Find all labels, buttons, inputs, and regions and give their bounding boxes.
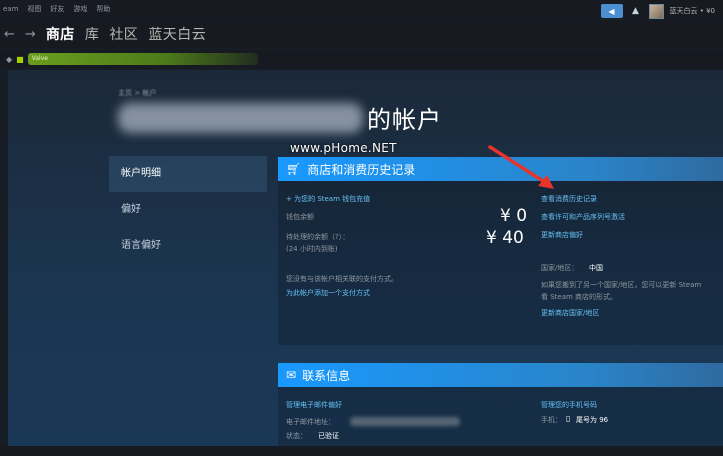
menu-item-games[interactable]: 游戏 [73,4,87,14]
redacted-account-name [118,102,363,133]
pending-amount: ¥ 40 [486,228,524,248]
breadcrumb[interactable]: 主页 > 帐户 [118,88,156,98]
sidebar-item-account-details[interactable]: 帐户明细 [109,156,267,192]
pending-label: 待处理的余额（?）： [286,233,350,241]
sidebar-item-language[interactable]: 语言偏好 [109,228,267,264]
avatar[interactable] [648,3,664,19]
sidebar-item-preferences[interactable]: 偏好 [109,192,267,228]
notification-icon[interactable]: ▲ [629,4,643,18]
top-right-controls: ◀ ▲ 蓝天白云 • ¥0 [600,2,716,20]
email-label: 电子邮件地址： [286,418,335,426]
watermark: www.pHome.NET [290,141,397,155]
tab-community[interactable]: 社区 [109,24,138,44]
account-page: 主页 > 帐户 的帐户 帐户明细 偏好 语言偏好 🛒︎ 商店和消费历史记录 + … [8,70,723,456]
update-country-link[interactable]: 更新商店国家/地区 [541,308,599,318]
phone-label: 手机： [541,416,562,424]
country-value: 中国 [589,264,603,272]
tab-library[interactable]: 库 [85,24,100,44]
cart-icon: 🛒︎ [286,162,302,176]
store-history-title: 商店和消费历史记录 [307,162,416,177]
contact-info-title: 联系信息 [302,368,351,383]
country-note-line-1: 如果您搬到了另一个国家/地区，您可以更新 Steam [541,281,702,289]
view-purchase-history-link[interactable]: 查看消费历史记录 [541,194,597,204]
email-status-value: 已验证 [318,432,339,440]
phone-value: 尾号为 96 [576,416,609,424]
envelope-icon: ✉ [286,368,297,382]
menu-item-help[interactable]: 帮助 [96,4,110,14]
back-arrow-icon[interactable]: ← [4,27,15,42]
menu-item-steam[interactable]: eam [3,5,18,13]
country-note-line-2: 看 Steam 商店的形式。 [541,293,618,301]
manage-phone-link[interactable]: 管理您的手机号码 [541,400,597,410]
lock-icon: ■ [16,54,24,64]
announcements-button[interactable]: ◀ [600,4,623,18]
pending-note: (24 小时内到账) [286,245,338,253]
bottom-bar [0,446,723,456]
no-payment-text: 您没有与该帐户相关联的支付方式。 [286,275,398,283]
view-licenses-link[interactable]: 查看许可和产品序列号激活 [541,212,625,222]
red-arrow-annotation [488,145,554,189]
country-label: 国家/地区： [541,264,579,272]
url-field[interactable]: Valve [27,53,258,65]
url-bar: ◆ ■ Valve [0,50,723,68]
contact-info-header: ✉ 联系信息 [278,363,723,387]
wallet-amount: ¥ 0 [500,206,528,226]
menu-item-view[interactable]: 视图 [27,4,41,14]
menu-item-friends[interactable]: 好友 [50,4,64,14]
account-name[interactable]: 蓝天白云 • ¥0 [670,6,716,16]
add-funds-link[interactable]: + 为您的 Steam 钱包充值 [286,194,370,204]
store-preferences-link[interactable]: 更新商店偏好 [541,230,583,240]
wallet-label: 钱包余额 [286,213,314,221]
redacted-email [350,417,460,426]
phone-icon: ▯ [566,414,571,423]
forward-arrow-icon[interactable]: → [25,27,36,42]
megaphone-icon: ◀ [608,6,615,16]
add-payment-link[interactable]: 为此帐户添加一个支付方式 [286,288,370,298]
contact-info-panel: ✉ 联系信息 管理电子邮件偏好 电子邮件地址： 状态： 已验证 管理您的手机号码… [278,363,723,456]
nav-bar: ← → 商店 库 社区 蓝天白云 [0,20,723,48]
tab-store[interactable]: 商店 [46,24,75,44]
page-title-suffix: 的帐户 [367,106,442,134]
email-status-label: 状态： [286,432,307,440]
page-title: 的帐户 [118,100,442,135]
dropdown-icon[interactable]: ◆ [6,55,12,64]
account-sidebar: 帐户明细 偏好 语言偏好 [109,156,267,264]
tab-profile[interactable]: 蓝天白云 [148,24,206,44]
manage-email-link[interactable]: 管理电子邮件偏好 [286,400,342,410]
